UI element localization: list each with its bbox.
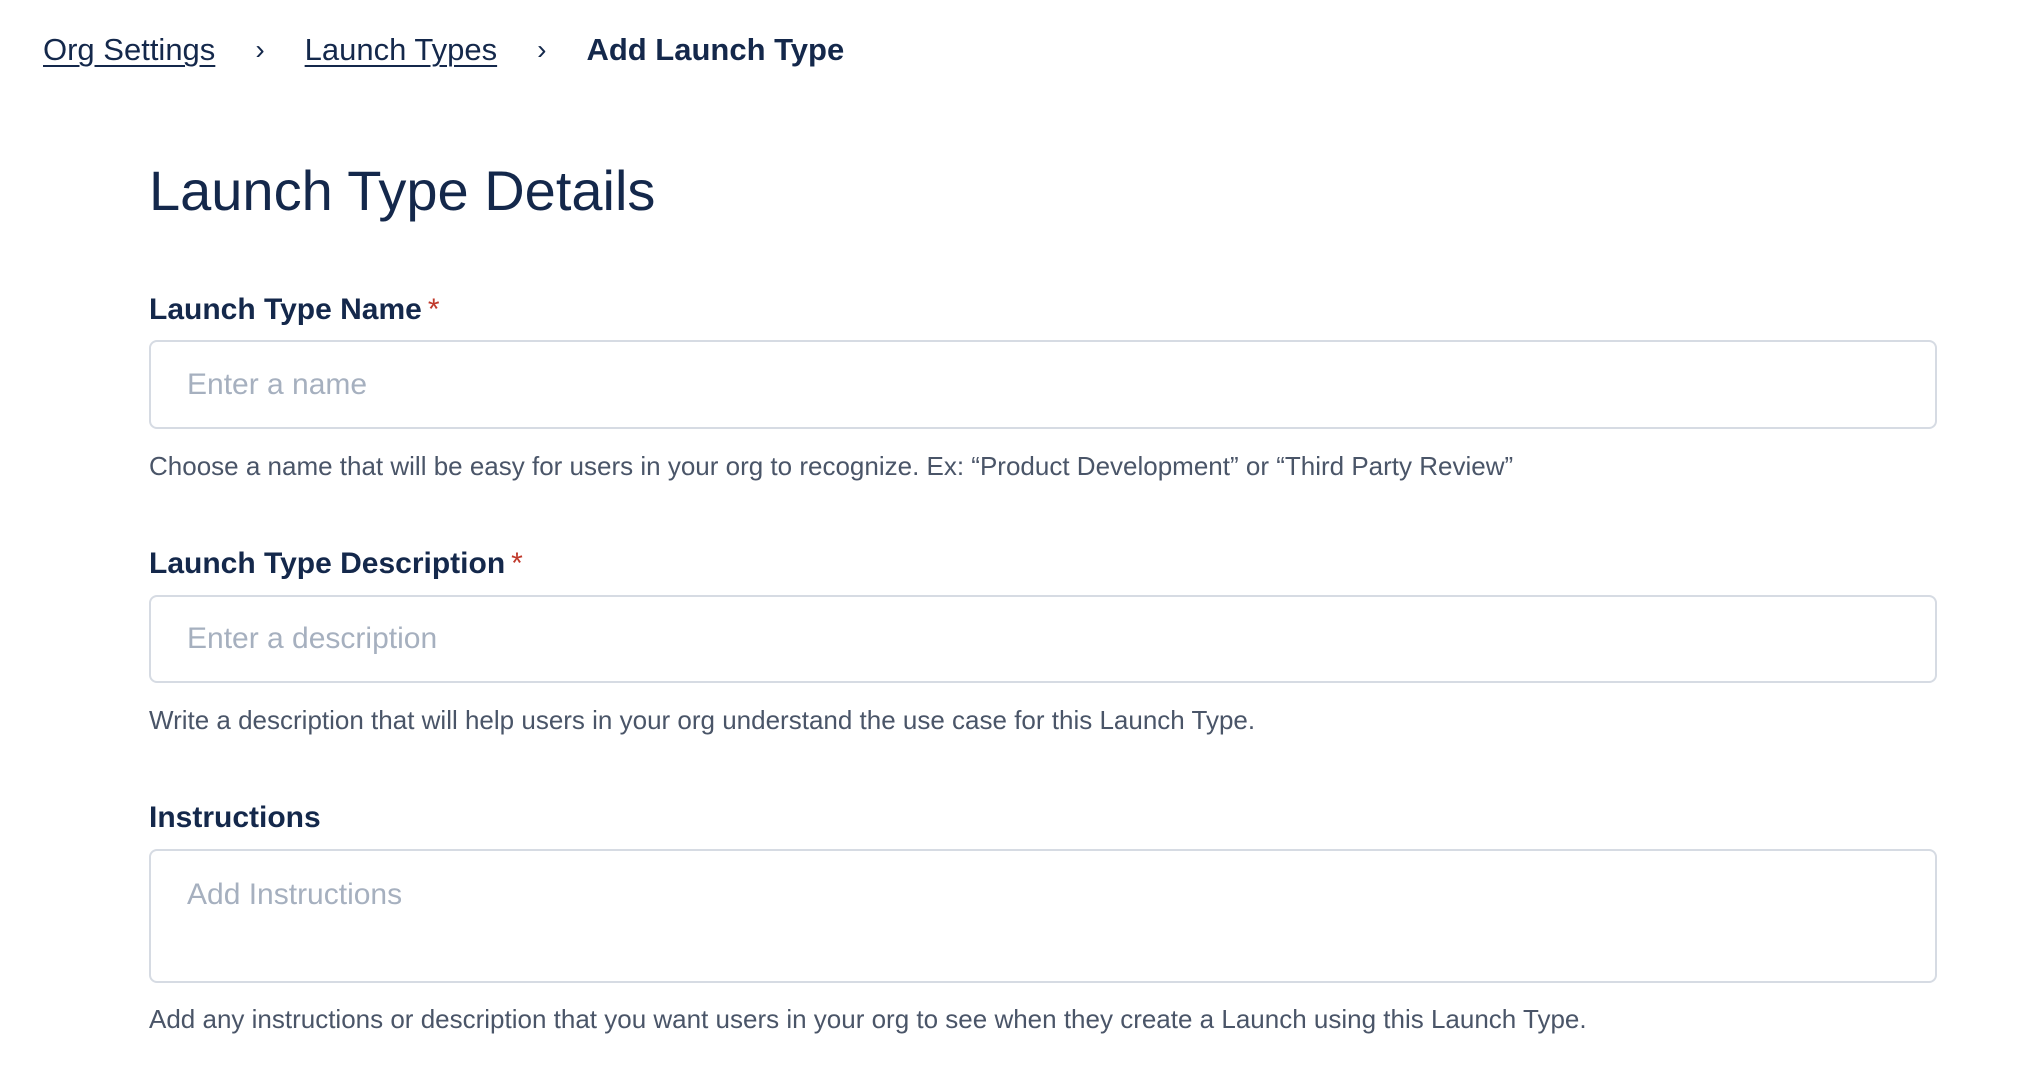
launch-type-name-label: Launch Type Name *: [149, 290, 440, 330]
breadcrumb-separator: ›: [537, 34, 547, 65]
launch-type-description-input[interactable]: [149, 595, 1937, 683]
instructions-label-text: Instructions: [149, 801, 321, 834]
breadcrumb-org-settings-link[interactable]: Org Settings: [43, 28, 215, 72]
breadcrumb-launch-types-link[interactable]: Launch Types: [305, 28, 497, 72]
launch-type-description-label-text: Launch Type Description: [149, 547, 506, 580]
instructions-label: Instructions: [149, 798, 321, 838]
launch-type-name-help: Choose a name that will be easy for user…: [149, 451, 1514, 481]
launch-type-name-label-text: Launch Type Name: [149, 293, 422, 326]
required-asterisk: *: [427, 293, 440, 326]
instructions-help: Add any instructions or description that…: [149, 1004, 1587, 1034]
breadcrumb-separator: ›: [255, 34, 265, 65]
required-asterisk: *: [511, 547, 523, 580]
launch-type-description-label: Launch Type Description *: [149, 544, 523, 584]
instructions-textarea[interactable]: [149, 849, 1937, 983]
breadcrumb-current-page: Add Launch Type: [586, 32, 845, 67]
launch-type-name-input[interactable]: [149, 340, 1937, 429]
launch-type-description-help: Write a description that will help users…: [149, 705, 1256, 735]
breadcrumb: Org Settings › Launch Types › Add Launch…: [43, 28, 844, 72]
page-title: Launch Type Details: [149, 159, 656, 222]
